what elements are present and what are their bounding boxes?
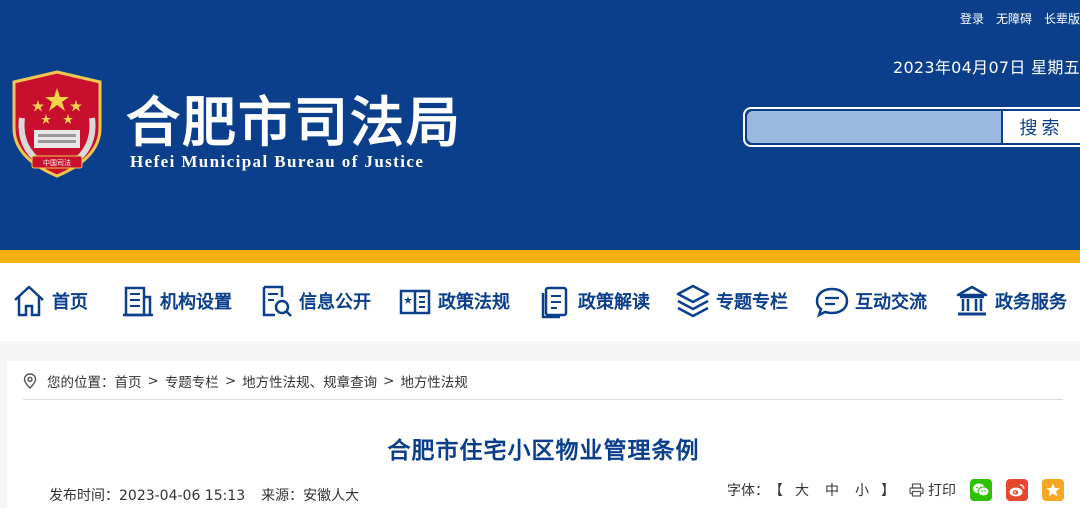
nav-item-special-topics[interactable]: 专题专栏	[676, 283, 788, 319]
breadcrumb-special-topics[interactable]: 专题专栏	[165, 371, 219, 391]
bracket-close: 】	[881, 483, 895, 499]
font-size-small[interactable]: 小	[851, 480, 873, 500]
government-icon	[956, 285, 988, 316]
nav-label: 互动交流	[855, 292, 927, 313]
nav-label: 政策解读	[578, 292, 650, 313]
font-size-medium[interactable]: 中	[821, 480, 843, 500]
book-icon	[399, 289, 431, 315]
article-tools: 字体： 【 大 中 小 】 打印	[727, 479, 1064, 501]
article-panel: 您的位置： 首页 > 专题专栏 > 地方性法规、规章查询 > 地方性法规 合肥市…	[7, 361, 1080, 508]
site-title-english: Hefei Municipal Bureau of Justice	[130, 152, 425, 171]
breadcrumb-prefix: 您的位置：	[47, 375, 115, 391]
location-pin-icon	[23, 373, 37, 389]
breadcrumb-separator: >	[224, 373, 237, 389]
site-title: 合肥市司法局	[126, 90, 462, 154]
bracket-open: 【	[769, 483, 783, 499]
wechat-icon	[973, 483, 990, 497]
font-size-large[interactable]: 大	[791, 480, 813, 500]
spacer	[0, 341, 1080, 361]
breadcrumb-separator: >	[383, 373, 395, 389]
nav-item-home[interactable]: 首页	[12, 283, 88, 319]
source-value: 安徽人大	[303, 488, 360, 504]
top-links: 登录 无障碍 长辈版	[960, 10, 1080, 27]
nav-item-interaction[interactable]: 互动交流	[815, 283, 927, 319]
share-weibo-button[interactable]	[1006, 479, 1028, 501]
print-label: 打印	[928, 483, 956, 499]
nav-item-policy-interpretation[interactable]: 政策解读	[538, 283, 650, 319]
elder-mode-link[interactable]: 长辈版	[1044, 10, 1080, 27]
breadcrumb-regulation-query[interactable]: 地方性法规、规章查询	[242, 371, 377, 391]
breadcrumb-home[interactable]: 首页	[115, 371, 142, 391]
accessibility-link[interactable]: 无障碍	[996, 10, 1032, 27]
share-wechat-button[interactable]	[970, 479, 992, 501]
article-title: 合肥市住宅小区物业管理条例	[387, 438, 700, 464]
main-nav: 首页 机构设置 信息公开 政策法规 政策解读 专题专栏 互动交流 政务服务	[0, 263, 1080, 341]
chat-icon	[815, 287, 849, 318]
clipboard-icon	[541, 286, 568, 319]
breadcrumb: 您的位置： 首页 > 专题专栏 > 地方性法规、规章查询 > 地方性法规	[23, 371, 468, 391]
publish-time: 2023-04-06 15:13	[119, 488, 246, 504]
nav-label: 专题专栏	[716, 292, 788, 313]
publish-info: 发布时间：2023-04-06 15:13	[49, 485, 245, 505]
site-header: 登录 无障碍 长辈版 2023年04月07日 星期五 中国司法 合肥市司法局 H…	[0, 0, 1080, 250]
layers-icon	[676, 284, 710, 318]
breadcrumb-separator: >	[147, 373, 159, 389]
justice-emblem-icon: 中国司法	[12, 70, 102, 178]
weibo-icon	[1009, 484, 1025, 497]
favorite-button[interactable]	[1042, 479, 1064, 501]
accent-bar	[0, 250, 1080, 263]
nav-item-organization[interactable]: 机构设置	[120, 283, 232, 319]
nav-label: 政策法规	[438, 292, 510, 313]
nav-item-policy-regulations[interactable]: 政策法规	[398, 283, 510, 319]
nav-item-government-services[interactable]: 政务服务	[955, 283, 1067, 319]
nav-label: 机构设置	[160, 292, 232, 313]
breadcrumb-local-regulations[interactable]: 地方性法规	[400, 371, 468, 391]
nav-item-info-disclosure[interactable]: 信息公开	[259, 283, 371, 319]
print-button[interactable]: 打印	[909, 480, 956, 500]
search-button[interactable]: 搜索	[1003, 111, 1080, 143]
current-date: 2023年04月07日 星期五	[892, 58, 1080, 77]
font-size-label: 字体：	[727, 483, 769, 499]
article-meta: 发布时间：2023-04-06 15:13 来源：安徽人大	[49, 485, 359, 505]
login-link[interactable]: 登录	[960, 10, 984, 27]
source-info: 来源：安徽人大	[261, 485, 359, 505]
document-search-icon	[262, 285, 292, 317]
home-icon	[14, 285, 44, 317]
printer-icon	[909, 483, 924, 497]
nav-label: 信息公开	[299, 292, 371, 313]
search-input[interactable]	[747, 111, 1001, 143]
nav-label: 首页	[52, 292, 88, 313]
source-label: 来源：	[261, 488, 304, 504]
search-bar: 搜索	[743, 107, 1080, 147]
publish-label: 发布时间：	[49, 488, 119, 504]
emblem-text: 中国司法	[43, 158, 71, 167]
breadcrumb-divider	[23, 399, 1063, 400]
building-icon	[123, 286, 153, 317]
nav-label: 政务服务	[995, 292, 1067, 313]
star-icon	[1046, 483, 1060, 497]
